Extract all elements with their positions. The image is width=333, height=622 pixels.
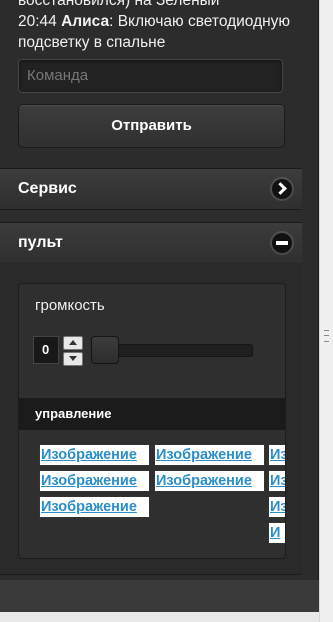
section-service-header[interactable]: Сервис: [0, 168, 302, 210]
arrow-up-icon: [69, 340, 77, 345]
volume-label: громкость: [35, 297, 105, 314]
image-button[interactable]: Изображение: [154, 444, 265, 466]
chat-line-prev: восстановился) на Зеленый: [18, 0, 220, 9]
section-remote-header[interactable]: пульт: [0, 222, 302, 264]
chat-line-current: 20:44 Алиса: Включаю светодиодную подсве…: [18, 11, 308, 53]
browser-status-strip: [0, 612, 333, 622]
chevron-right-icon[interactable]: [272, 179, 292, 199]
minus-icon[interactable]: [272, 233, 292, 253]
remote-content: громкость 0 управление Изображение Изобр…: [0, 263, 302, 575]
image-button[interactable]: Изображение: [39, 496, 150, 518]
image-button[interactable]: Из: [268, 470, 285, 492]
scrollbar-grip-icon[interactable]: [324, 330, 329, 342]
image-button[interactable]: И: [268, 522, 285, 544]
image-button[interactable]: Изображение: [39, 444, 150, 466]
volume-slider-handle[interactable]: [91, 336, 119, 364]
control-header: управление: [19, 398, 285, 430]
volume-value[interactable]: 0: [33, 336, 59, 364]
remote-card: громкость 0 управление Изображение Изобр…: [18, 283, 286, 559]
image-button[interactable]: Изображение: [39, 470, 150, 492]
chat-author: Алиса: [61, 13, 110, 30]
image-button[interactable]: Из: [268, 444, 285, 466]
chat-message: : Включаю светодиодную подсветку в спаль…: [18, 13, 291, 51]
send-button[interactable]: Отправить: [18, 104, 285, 148]
stepper-up-button[interactable]: [63, 336, 83, 350]
section-service-title: Сервис: [18, 180, 77, 197]
command-input[interactable]: Команда: [18, 59, 283, 93]
image-button[interactable]: Из: [268, 496, 285, 518]
stepper-down-button[interactable]: [63, 352, 83, 366]
section-remote-title: пульт: [18, 234, 63, 251]
volume-stepper[interactable]: [63, 336, 83, 366]
chat-log: восстановился) на Зеленый 20:44 Алиса: В…: [18, 0, 308, 53]
page-scrollbar[interactable]: [319, 0, 333, 622]
image-button[interactable]: Изображение: [154, 470, 265, 492]
side-panel: восстановился) на Зеленый 20:44 Алиса: В…: [0, 0, 319, 580]
chat-time: 20:44: [18, 13, 57, 30]
arrow-down-icon: [69, 356, 77, 361]
